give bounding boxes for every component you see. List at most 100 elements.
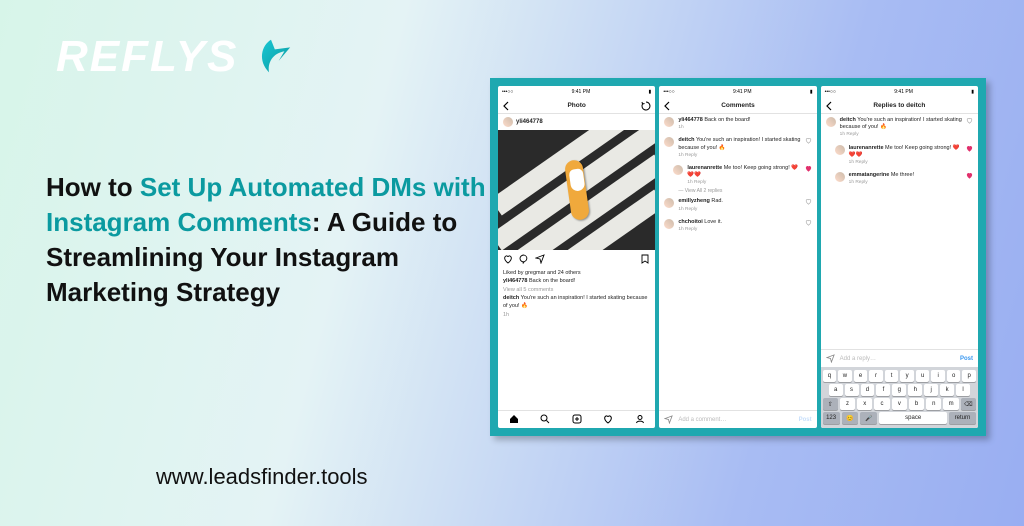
- logo-text: REFLYS: [56, 32, 238, 82]
- avatar: [664, 219, 674, 229]
- share-icon[interactable]: [664, 415, 673, 424]
- add-post-icon[interactable]: [572, 414, 582, 426]
- share-icon[interactable]: [826, 354, 835, 363]
- status-time: 9:41 PM: [733, 89, 752, 95]
- comment-text: emillyzheng Rad. 1h Reply: [678, 198, 800, 212]
- avatar: [664, 198, 674, 208]
- key[interactable]: j: [924, 384, 938, 396]
- key[interactable]: n: [926, 398, 941, 410]
- emoji-key[interactable]: 😊: [842, 412, 859, 424]
- post-button[interactable]: Post: [799, 417, 812, 423]
- key[interactable]: s: [845, 384, 859, 396]
- nav-title: Photo: [512, 102, 641, 109]
- delete-key[interactable]: ⌫: [961, 398, 976, 410]
- comment-row[interactable]: chchoitoi Love it. 1h Reply: [659, 216, 816, 236]
- nav-bar: Replies to deitch: [821, 98, 978, 114]
- headline-prefix: How to: [46, 172, 140, 202]
- share-icon[interactable]: [535, 254, 545, 266]
- key[interactable]: r: [869, 370, 883, 382]
- refresh-icon[interactable]: [641, 101, 651, 111]
- comment-text: deitch You're such an inspiration! I sta…: [678, 137, 800, 159]
- avatar: [664, 137, 674, 147]
- comment-row[interactable]: laurenanrette Me too! Keep going strong!…: [821, 142, 978, 170]
- key[interactable]: w: [838, 370, 852, 382]
- post-actions: [498, 250, 655, 270]
- post-button[interactable]: Post: [960, 356, 973, 362]
- key[interactable]: h: [908, 384, 922, 396]
- view-comments-link[interactable]: View all 5 comments: [498, 287, 655, 295]
- return-key[interactable]: return: [949, 412, 976, 424]
- search-icon[interactable]: [540, 414, 550, 426]
- key[interactable]: e: [854, 370, 868, 382]
- post-image[interactable]: [498, 130, 655, 250]
- comment-row[interactable]: deitch You're such an inspiration! I sta…: [659, 134, 816, 162]
- comment-row[interactable]: laurenanrette Me too! Keep going strong!…: [659, 162, 816, 190]
- back-icon[interactable]: [825, 101, 835, 111]
- like-comment-icon[interactable]: [805, 219, 812, 233]
- key[interactable]: v: [892, 398, 907, 410]
- comment-meta: 1h Reply: [678, 207, 800, 213]
- post-header[interactable]: yli464778: [498, 114, 655, 130]
- signal-icon: •••○○: [825, 89, 836, 95]
- key[interactable]: b: [909, 398, 924, 410]
- tab-bar: [498, 410, 655, 428]
- like-comment-icon[interactable]: [805, 198, 812, 212]
- comment-input[interactable]: Add a comment…: [678, 417, 793, 423]
- key[interactable]: l: [956, 384, 970, 396]
- logo-mark-icon: [248, 34, 294, 80]
- key[interactable]: o: [947, 370, 961, 382]
- key[interactable]: a: [829, 384, 843, 396]
- like-comment-icon[interactable]: [966, 172, 973, 186]
- key[interactable]: m: [943, 398, 958, 410]
- heart-icon[interactable]: [503, 254, 513, 266]
- likes-text[interactable]: Liked by gregmar and 24 others: [498, 270, 655, 278]
- comment-text: yli464778 Back on the board! 1h: [678, 117, 811, 131]
- status-bar: •••○○ 9:41 PM ▮: [659, 86, 816, 98]
- comment-row[interactable]: emillyzheng Rad. 1h Reply: [659, 195, 816, 215]
- key[interactable]: p: [962, 370, 976, 382]
- comment-icon[interactable]: [519, 254, 529, 266]
- nav-title: Comments: [673, 102, 802, 109]
- comment-text: deitch You're such an inspiration! I sta…: [840, 117, 962, 139]
- key[interactable]: t: [885, 370, 899, 382]
- comment-row[interactable]: emmatangerine Me three! 1h Reply: [821, 169, 978, 189]
- like-comment-icon[interactable]: [966, 117, 973, 139]
- key[interactable]: f: [876, 384, 890, 396]
- key[interactable]: k: [940, 384, 954, 396]
- key[interactable]: u: [916, 370, 930, 382]
- key[interactable]: x: [857, 398, 872, 410]
- key[interactable]: y: [900, 370, 914, 382]
- space-key[interactable]: space: [879, 412, 947, 424]
- page-url: www.leadsfinder.tools: [156, 464, 368, 490]
- bookmark-icon[interactable]: [640, 254, 650, 266]
- back-icon[interactable]: [502, 101, 512, 111]
- status-bar: •••○○ 9:41 PM ▮: [821, 86, 978, 98]
- comment-row[interactable]: yli464778 Back on the board! 1h: [659, 114, 816, 134]
- avatar: [835, 145, 845, 155]
- key[interactable]: c: [874, 398, 889, 410]
- comment-meta: 1h Reply: [849, 160, 962, 166]
- like-comment-icon[interactable]: [805, 165, 812, 187]
- activity-icon[interactable]: [603, 414, 613, 426]
- post-caption: yli464778 Back on the board!: [498, 278, 655, 287]
- like-comment-icon[interactable]: [966, 145, 973, 167]
- key[interactable]: q: [823, 370, 837, 382]
- key[interactable]: i: [931, 370, 945, 382]
- numbers-key[interactable]: 123: [823, 412, 840, 424]
- key[interactable]: z: [840, 398, 855, 410]
- back-icon[interactable]: [663, 101, 673, 111]
- comment-meta: 1h Reply: [678, 227, 800, 233]
- home-icon[interactable]: [509, 414, 519, 426]
- mic-key[interactable]: 🎤: [860, 412, 877, 424]
- comment-row[interactable]: deitch You're such an inspiration! I sta…: [821, 114, 978, 142]
- status-bar: •••○○ 9:41 PM ▮: [498, 86, 655, 98]
- shift-key[interactable]: ⇧: [823, 398, 838, 410]
- key[interactable]: d: [861, 384, 875, 396]
- status-time: 9:41 PM: [572, 89, 591, 95]
- like-comment-icon[interactable]: [805, 137, 812, 159]
- comment-input-bar: Add a comment… Post: [659, 410, 816, 428]
- profile-icon[interactable]: [635, 414, 645, 426]
- reply-input[interactable]: Add a reply…: [840, 356, 955, 362]
- key[interactable]: g: [892, 384, 906, 396]
- view-replies-link[interactable]: — View All 2 replies: [659, 188, 816, 194]
